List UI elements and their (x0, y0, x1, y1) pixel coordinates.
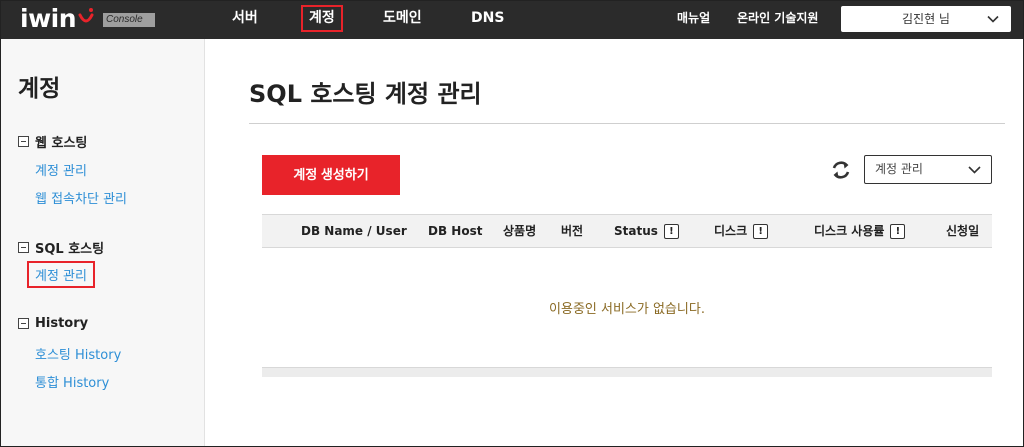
page-title: SQL 호스팅 계정 관리 (249, 80, 482, 108)
user-name: 김진현 님 (902, 12, 950, 26)
info-icon[interactable]: ! (663, 223, 679, 239)
support-link[interactable]: 온라인 기술지원 (737, 0, 818, 39)
column-label: DB Name / User (301, 224, 407, 238)
top-bar: iwin Console 서버 계정 도메인 DNS 매뉴얼 온라인 기술지원 … (0, 0, 1024, 39)
column-request-date: 신청일 (946, 215, 979, 247)
column-label: 디스크 사용률 (814, 224, 885, 238)
info-icon[interactable]: ! (890, 223, 906, 239)
column-disk-usage: 디스크 사용률 ! (814, 215, 906, 247)
sidebar: 계정 웹 호스팅 계정 관리 웹 접속차단 관리 SQL 호스팅 계정 관리 H… (0, 39, 205, 447)
column-label: 버전 (561, 224, 584, 238)
refresh-icon[interactable] (830, 159, 852, 181)
manual-link[interactable]: 매뉴얼 (677, 0, 710, 39)
logo-text: iwin (20, 4, 77, 33)
minus-box-icon (18, 242, 29, 253)
column-status: Status ! (614, 215, 679, 247)
column-label: DB Host (428, 224, 483, 238)
sidebar-item-web-account[interactable]: 계정 관리 (35, 160, 87, 179)
user-menu[interactable]: 김진현 님 (841, 6, 1011, 32)
column-db-host: DB Host (428, 215, 482, 247)
chevron-down-icon (968, 166, 981, 174)
column-label: 신청일 (946, 224, 980, 238)
nav-server[interactable]: 서버 (232, 0, 258, 39)
sidebar-group-sql-hosting[interactable]: SQL 호스팅 (18, 238, 104, 257)
sidebar-title: 계정 (18, 76, 61, 102)
empty-message: 이용중인 서비스가 없습니다. (549, 302, 705, 317)
console-badge: Console (103, 13, 155, 27)
column-label: Status (614, 224, 658, 238)
info-icon[interactable]: ! (753, 223, 769, 239)
filter-select-value: 계정 관리 (875, 162, 923, 176)
nav-domain[interactable]: 도메인 (383, 0, 422, 39)
sidebar-item-hosting-history[interactable]: 호스팅 History (35, 344, 121, 363)
sidebar-group-label: SQL 호스팅 (35, 242, 105, 257)
sidebar-item-sql-account[interactable]: 계정 관리 (27, 261, 95, 288)
sidebar-item-web-block[interactable]: 웹 접속차단 관리 (35, 188, 127, 207)
table-header: DB Name / User DB Host 상품명 버전 Status ! 디… (262, 214, 992, 248)
column-product: 상품명 (503, 215, 536, 247)
sidebar-group-label: History (35, 316, 89, 331)
nav-dns[interactable]: DNS (471, 0, 504, 39)
sidebar-group-history[interactable]: History (18, 316, 88, 331)
chevron-down-icon (987, 15, 999, 23)
column-version: 버전 (561, 215, 583, 247)
filter-select[interactable]: 계정 관리 (864, 155, 992, 184)
column-label: 디스크 (714, 224, 748, 238)
brand-logo[interactable]: iwin (20, 4, 95, 34)
sidebar-group-web-hosting[interactable]: 웹 호스팅 (18, 132, 87, 151)
column-label: 상품명 (503, 224, 537, 238)
nav-account[interactable]: 계정 (301, 5, 343, 32)
sidebar-group-label: 웹 호스팅 (35, 136, 88, 151)
create-account-button[interactable]: 계정 생성하기 (262, 155, 400, 195)
divider (249, 123, 1005, 124)
table-footer (262, 367, 992, 377)
column-db-name: DB Name / User (301, 215, 407, 247)
minus-box-icon (18, 318, 29, 329)
smile-logo-icon (78, 8, 94, 23)
minus-box-icon (18, 136, 29, 147)
sidebar-item-total-history[interactable]: 통합 History (35, 372, 109, 391)
column-disk: 디스크 ! (714, 215, 769, 247)
